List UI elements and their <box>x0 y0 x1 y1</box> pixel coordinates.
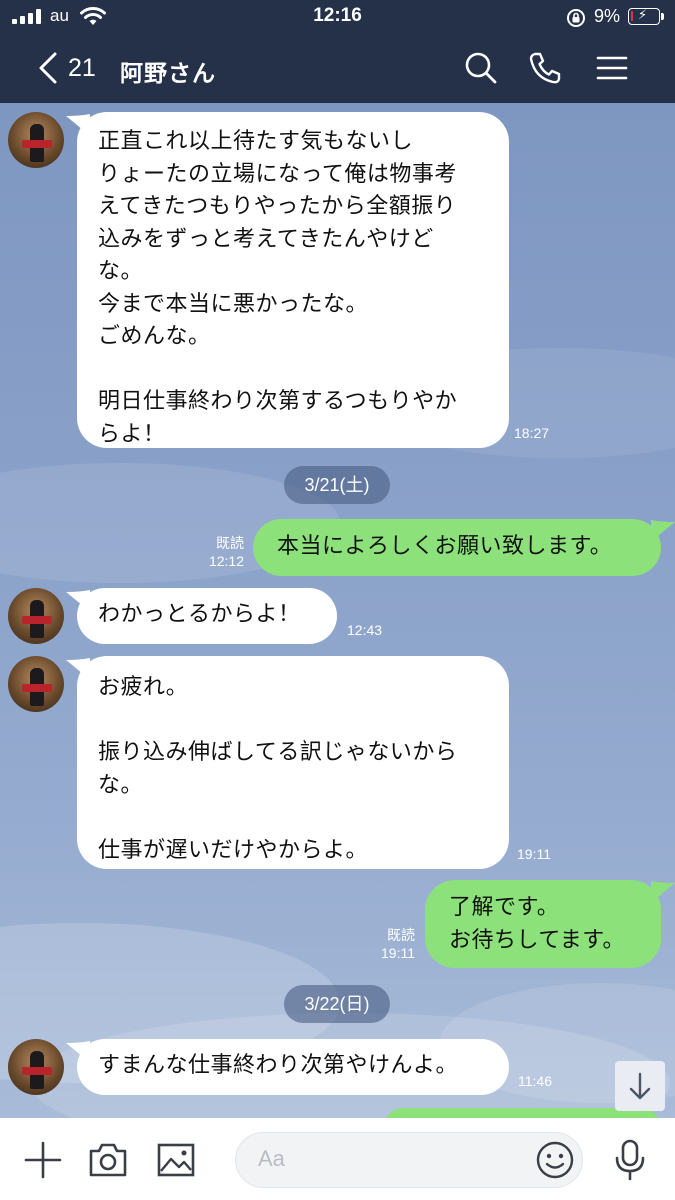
bubble-tail <box>651 881 675 903</box>
chevron-left-icon <box>39 52 57 84</box>
unread-count: 21 <box>68 54 96 82</box>
phone-icon[interactable] <box>527 50 563 86</box>
message-time: 19:11 <box>381 945 415 961</box>
emoji-icon[interactable] <box>535 1140 575 1180</box>
battery-icon: ⚡ <box>628 8 660 25</box>
battery-percent: 9% <box>594 6 621 26</box>
plus-icon[interactable] <box>23 1140 63 1180</box>
sender-avatar[interactable] <box>8 112 64 168</box>
image-icon[interactable] <box>155 1140 197 1180</box>
message-bubble-outgoing[interactable]: 了解です。 お待ちしてます。 <box>425 880 661 968</box>
message-input-bar: Aa <box>0 1118 675 1200</box>
search-icon[interactable] <box>463 50 499 86</box>
chat-header: au 12:16 9% ⚡ 21 阿野さん <box>0 0 675 103</box>
message-bubble-incoming[interactable]: すまんな仕事終わり次第やけんよ。 <box>77 1039 509 1095</box>
status-bar: au 12:16 9% ⚡ <box>0 0 675 34</box>
menu-icon[interactable] <box>594 50 630 86</box>
message-bubble-outgoing[interactable]: 本当によろしくお願い致します。 <box>253 519 661 576</box>
message-bubble-incoming[interactable]: 正直これ以上待たす気もないし りょーたの立場になって俺は物事考 えてきたつもりや… <box>77 112 509 448</box>
read-receipt: 既読 <box>387 927 415 943</box>
scroll-to-bottom-button[interactable] <box>615 1061 665 1111</box>
sender-avatar[interactable] <box>8 588 64 644</box>
sender-avatar[interactable] <box>8 656 64 712</box>
camera-icon[interactable] <box>87 1140 129 1180</box>
date-separator: 3/21(土) <box>284 466 390 504</box>
message-time: 19:11 <box>517 846 551 862</box>
bubble-tail <box>651 520 675 542</box>
sender-avatar[interactable] <box>8 1039 64 1095</box>
rotation-lock-icon <box>567 9 585 27</box>
message-time: 12:43 <box>347 622 383 638</box>
chat-area[interactable]: 正直これ以上待たす気もないし りょーたの立場になって俺は物事考 えてきたつもりや… <box>0 103 675 1118</box>
message-input[interactable]: Aa <box>235 1132 583 1188</box>
message-bubble-incoming[interactable]: わかっとるからよ！ <box>77 588 337 644</box>
mic-icon[interactable] <box>612 1138 648 1182</box>
date-separator: 3/22(日) <box>284 985 390 1023</box>
message-input-placeholder: Aa <box>258 1146 285 1171</box>
arrow-down-icon <box>629 1072 651 1100</box>
message-time: 12:12 <box>208 553 244 569</box>
message-bubble-incoming[interactable]: お疲れ。 振り込み伸ばしてる訳じゃないから な。 仕事が遅いだけやからよ。 <box>77 656 509 869</box>
message-time: 11:46 <box>518 1073 552 1089</box>
chat-title: 阿野さん <box>120 61 216 87</box>
read-receipt: 既読 <box>216 535 244 551</box>
message-time: 18:27 <box>514 425 550 441</box>
